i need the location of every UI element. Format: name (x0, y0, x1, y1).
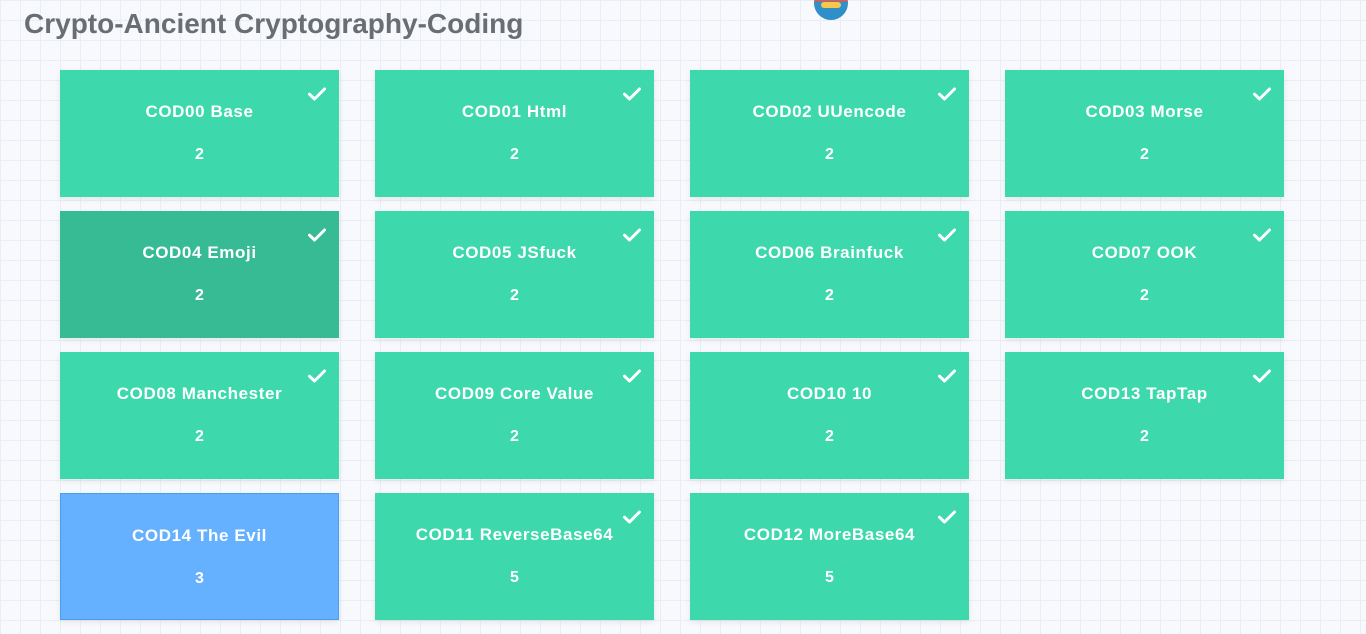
check-icon (1253, 369, 1271, 383)
challenge-name: COD00 Base (145, 102, 254, 121)
challenge-name: COD02 UUencode (752, 102, 907, 121)
challenge-points: 2 (195, 428, 204, 445)
challenge-card[interactable]: COD00 Base 2 (60, 70, 339, 197)
check-icon (308, 228, 326, 242)
challenge-points: 2 (1140, 287, 1149, 304)
challenge-points: 2 (825, 146, 834, 163)
challenge-name: COD11 ReverseBase64 (415, 525, 614, 544)
challenge-points: 5 (825, 569, 834, 586)
challenge-name: COD03 Morse (1085, 102, 1204, 121)
challenge-grid: COD00 Base 2 COD01 Html 2 COD02 UUencode 2 COD… (60, 70, 1284, 620)
check-icon (308, 87, 326, 101)
page-title: Crypto-Ancient Cryptography-Coding (24, 8, 524, 39)
challenge-card[interactable]: COD07 OOK 2 (1005, 211, 1284, 338)
challenge-points: 2 (1140, 146, 1149, 163)
challenge-points: 2 (825, 428, 834, 445)
challenge-card[interactable]: COD05 JSfuck 2 (375, 211, 654, 338)
challenge-points: 2 (510, 287, 519, 304)
challenge-name: COD07 OOK (1091, 243, 1198, 262)
check-icon (938, 228, 956, 242)
check-icon (623, 510, 641, 524)
challenge-card[interactable]: COD10 10 2 (690, 352, 969, 479)
challenge-name: COD10 10 (786, 384, 873, 403)
challenge-points: 2 (510, 146, 519, 163)
challenge-card[interactable]: COD02 UUencode 2 (690, 70, 969, 197)
challenge-name: COD13 TapTap (1081, 384, 1208, 403)
challenge-points: 3 (195, 570, 204, 587)
check-icon (308, 369, 326, 383)
check-icon (1253, 87, 1271, 101)
challenge-card[interactable]: COD03 Morse 2 (1005, 70, 1284, 197)
challenge-points: 2 (1140, 428, 1149, 445)
challenge-points: 2 (510, 428, 519, 445)
check-icon (938, 510, 956, 524)
challenge-points: 2 (195, 146, 204, 163)
check-icon (938, 369, 956, 383)
check-icon (938, 87, 956, 101)
challenge-card[interactable]: COD04 Emoji 2 (60, 211, 339, 338)
challenge-card[interactable]: COD09 Core Value 2 (375, 352, 654, 479)
challenge-card[interactable]: COD01 Html 2 (375, 70, 654, 197)
check-icon (1253, 228, 1271, 242)
challenge-name: COD01 Html (461, 102, 568, 121)
challenge-card[interactable]: COD08 Manchester 2 (60, 352, 339, 479)
check-icon (623, 369, 641, 383)
challenge-name: COD14 The Evil (132, 526, 267, 545)
site-logo-icon (814, 0, 848, 20)
challenge-name: COD04 Emoji (142, 243, 257, 262)
challenge-points: 2 (825, 287, 834, 304)
challenge-name: COD12 MoreBase64 (743, 525, 916, 544)
challenge-name: COD05 JSfuck (452, 243, 577, 262)
check-icon (623, 87, 641, 101)
challenge-points: 5 (510, 569, 519, 586)
challenge-card[interactable]: COD06 Brainfuck 2 (690, 211, 969, 338)
challenge-name: COD08 Manchester (116, 384, 283, 403)
challenge-points: 2 (195, 287, 204, 304)
challenge-card[interactable]: COD12 MoreBase64 5 (690, 493, 969, 620)
challenge-card[interactable]: COD11 ReverseBase64 5 (375, 493, 654, 620)
challenge-card[interactable]: COD14 The Evil 3 (60, 493, 339, 620)
challenge-name: COD09 Core Value (435, 384, 594, 403)
challenge-card[interactable]: COD13 TapTap 2 (1005, 352, 1284, 479)
challenge-name: COD06 Brainfuck (755, 243, 904, 262)
check-icon (623, 228, 641, 242)
